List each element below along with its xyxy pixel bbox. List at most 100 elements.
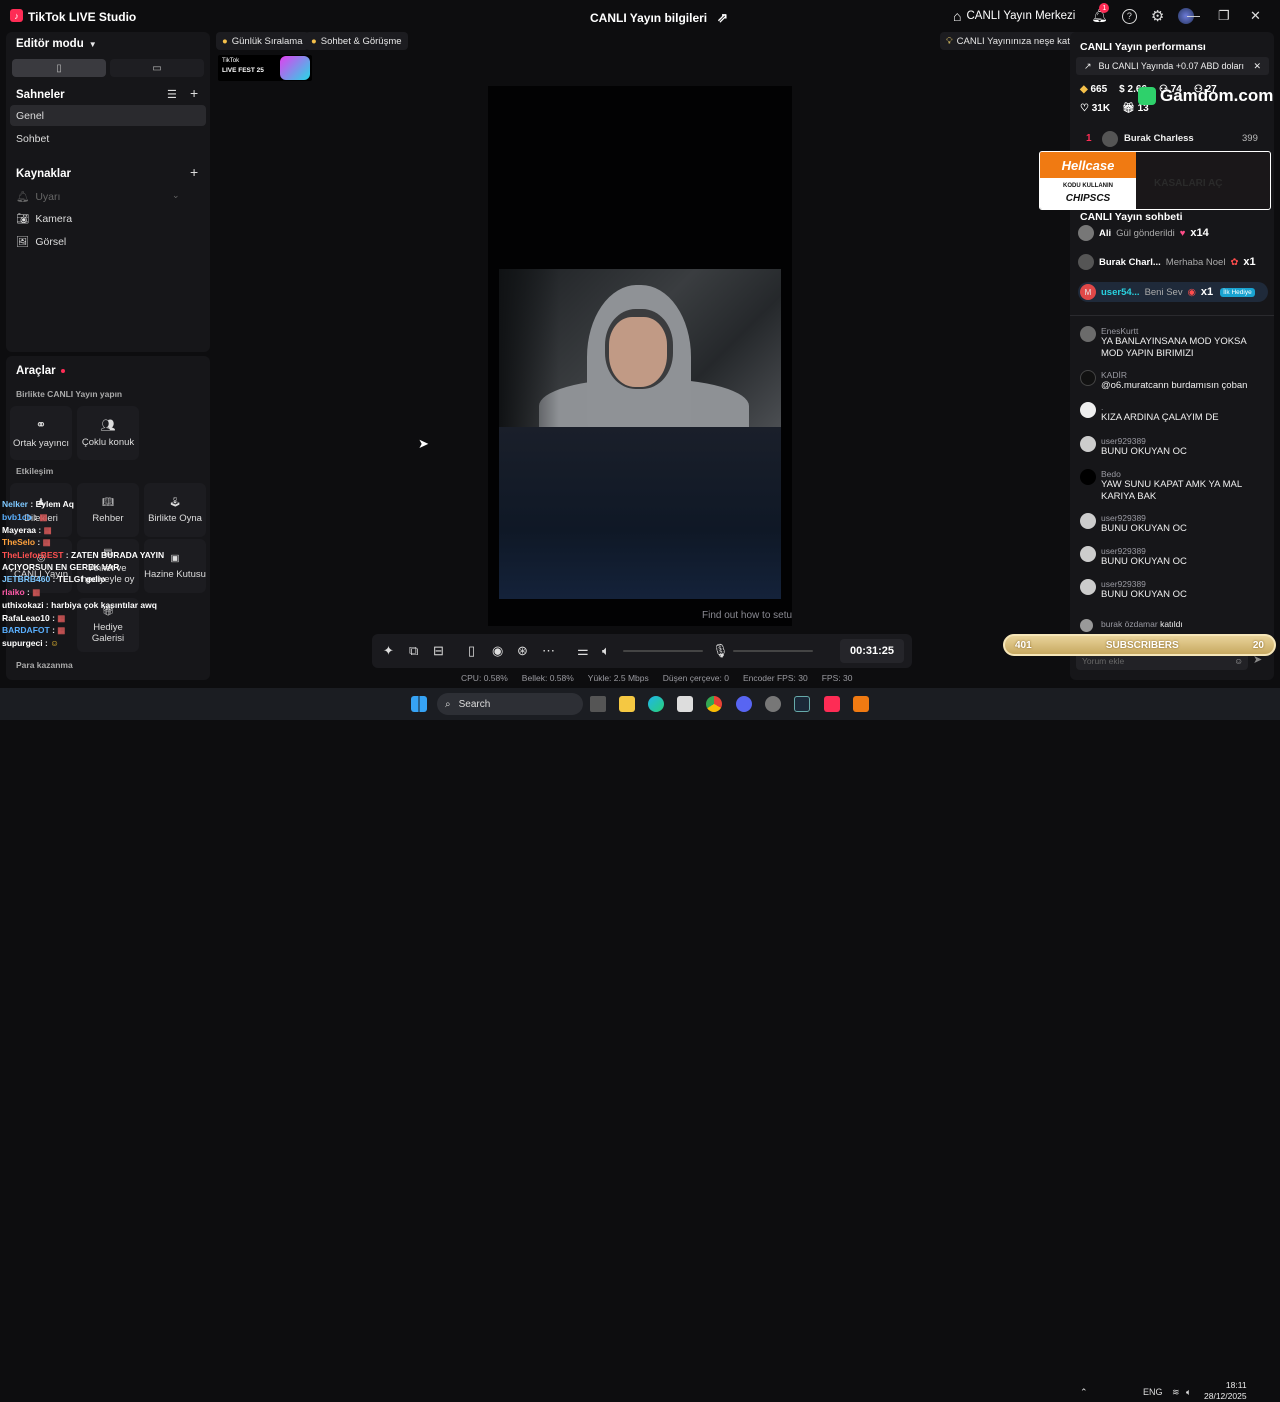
steam-icon[interactable] (794, 696, 810, 712)
notification-button[interactable]: 🔔︎ 1 (1091, 3, 1110, 26)
hellcase-ad: Hellcase KODU KULLANIN CHIPSCS KASALARI … (1039, 151, 1271, 210)
gift-icon: ✿ (1230, 256, 1239, 268)
link-icon: ⚭ (35, 417, 47, 432)
share-icon: ⇗ (717, 10, 729, 25)
source-item-alert[interactable]: 🔔︎ Uyarı (16, 190, 60, 204)
magic-icon[interactable]: ✦ (383, 643, 394, 659)
landscape-icon: ▭ (152, 62, 162, 74)
collab-title: Birlikte CANLI Yayın yapın (16, 389, 123, 399)
speaker-icon[interactable]: 🔈︎ (1186, 1387, 1191, 1398)
overlay-chat-line: uthixokazi : harbiya çok kasıntılar awq (2, 599, 157, 610)
sources-title: Kaynaklar (16, 168, 71, 180)
source-item-image[interactable]: 🖼︎ Görsel (16, 235, 66, 249)
joy-tip-button[interactable]: 💡︎ CANLI Yayınınıza neşe katın (940, 32, 1084, 50)
chat-message: EnesKurtt YA BANLAYINSANA MOD YOKSA MOD … (1080, 326, 1270, 359)
stream-preview[interactable]: Find out how to setu (488, 86, 792, 626)
overlay-chat-line: rlaiko : ▦ (2, 586, 41, 597)
fest-label: LIVE FEST 25 (222, 67, 264, 74)
phone-icon[interactable]: ▯ (468, 643, 475, 659)
mixer-icon[interactable]: ⚌ (577, 643, 589, 659)
chevron-up-icon[interactable]: ⌃ (1080, 1387, 1088, 1398)
minimize-icon[interactable]: — (1187, 8, 1200, 23)
avatar (1080, 469, 1096, 485)
live-center-label: CANLI Yayın Merkezi (966, 10, 1076, 22)
home-icon: ⌂ (953, 8, 962, 24)
stat-upload: Yükle: 2.5 Mbps (587, 673, 649, 683)
scene-item-sohbet[interactable]: Sohbet (16, 133, 49, 145)
live-center-button[interactable]: ⌂ CANLI Yayın Merkezi (953, 6, 1075, 26)
multi-guest-button[interactable]: 👥︎ Çoklu konuk (77, 406, 139, 460)
clock-time: 18:11 (1225, 1380, 1247, 1390)
chat-message: KADİR @o6.muratcann burdamısın çoban (1080, 370, 1270, 392)
editor-mode-dropdown[interactable]: Editör modu ▼ (16, 38, 97, 50)
edge-icon[interactable] (648, 696, 664, 712)
add-scene-icon[interactable]: + (190, 85, 198, 101)
close-icon[interactable]: ✕ (1250, 8, 1261, 24)
subs-label: SUBSCRIBERS (1105, 639, 1179, 651)
app-icon[interactable] (765, 696, 781, 712)
chat-message: Bedo YAW SUNU KAPAT AMK YA MAL KARIYA BA… (1080, 469, 1270, 502)
tile-label: Ortak yayıncı (13, 438, 69, 449)
bell-icon: 🔔︎ (16, 191, 30, 203)
app-title: TikTok LIVE Studio (28, 10, 137, 24)
settings-icon[interactable]: ⚙ (1151, 7, 1164, 25)
lang-indicator[interactable]: ENG (1143, 1387, 1163, 1397)
avatar (1080, 402, 1096, 418)
record-icon[interactable]: ◉ (492, 643, 503, 659)
chat-message: user929389 BUNU OKUYAN OC (1080, 436, 1270, 458)
live-info-button[interactable]: CANLI Yayın bilgileri ⇗ (590, 10, 728, 26)
stream-controls: ✦ ⧉ ⊟ ▯ ◉ ⊛ ⋯ ⚌ 🔈︎ 🎙︎ 00:31:25 (372, 634, 912, 668)
translate-icon[interactable]: ⧉ (409, 643, 418, 659)
store-icon[interactable] (677, 696, 693, 712)
co-host-button[interactable]: ⚭ Ortak yayıncı (10, 406, 72, 460)
wifi-icon[interactable]: ≋ (1172, 1387, 1180, 1398)
hellcase-cta: KASALARI AÇ (1154, 178, 1223, 189)
earnings-bar: ↗ Bu CANLI Yayında +0.07 ABD doları ✕ (1076, 57, 1269, 75)
chat-title: CANLI Yayın sohbeti (1080, 211, 1183, 223)
avatar (1080, 619, 1093, 632)
hellcase-logo: Hellcase (1040, 152, 1136, 178)
landscape-mode-button[interactable]: ▭ (110, 59, 204, 77)
gift-icon: ◉ (1187, 286, 1196, 298)
live-fest-banner[interactable]: TikTok LIVE FEST 25 (218, 55, 312, 81)
stream-icon[interactable]: ⊛ (517, 643, 528, 659)
new-dot (60, 369, 65, 373)
bulb-icon: 💡︎ (946, 35, 953, 47)
speaker-icon[interactable]: 🔈︎ (602, 643, 610, 659)
add-source-icon[interactable]: + (190, 164, 198, 180)
help-icon[interactable]: ? (1121, 8, 1137, 24)
portrait-mode-button[interactable]: ▯ (12, 59, 106, 77)
volume-slider[interactable] (623, 650, 703, 652)
scenes-title: Sahneler (16, 89, 65, 101)
trend-icon: ↗ (1084, 60, 1092, 71)
chevron-down-icon[interactable]: ⌄ (172, 190, 180, 201)
close-icon[interactable]: ✕ (1253, 61, 1261, 72)
avatar (1080, 546, 1096, 562)
taskbar-search[interactable]: ⌕ Search (437, 693, 583, 715)
emoji-icon[interactable]: ☺ (1234, 656, 1243, 666)
window-title: CANLI Yayın bilgileri (590, 11, 708, 25)
discord-icon[interactable] (736, 696, 752, 712)
chrome-icon[interactable] (706, 696, 722, 712)
mic-slider[interactable] (733, 650, 813, 652)
file-explorer-icon[interactable] (619, 696, 635, 712)
maximize-icon[interactable]: ❐ (1218, 8, 1230, 24)
code-label: KODU KULLANIN (1063, 183, 1113, 189)
daily-ranking-button[interactable]: ● Günlük Sıralama (216, 32, 309, 50)
gamdom-label: Gamdom.com (1160, 86, 1274, 105)
clock[interactable]: 18:11 28/12/2025 (1204, 1380, 1247, 1402)
phone-icon: ▯ (56, 62, 62, 74)
chat-meet-button[interactable]: ● Sohbet & Görüşme (305, 32, 408, 50)
mic-icon[interactable]: 🎙︎ (712, 643, 729, 659)
list-icon[interactable]: ☰ (167, 88, 177, 101)
more-icon[interactable]: ⋯ (542, 643, 555, 659)
scenes-panel: Editör modu ▼ ▯ ▭ Sahneler ☰ + Genel Soh… (6, 32, 210, 352)
media-icon[interactable]: ⊟ (433, 643, 444, 659)
gift-icon: ♥ (1179, 227, 1186, 239)
app-icon[interactable] (853, 696, 869, 712)
avatar (1080, 370, 1096, 386)
source-item-camera[interactable]: 📷︎ Kamera (16, 212, 72, 226)
task-view-icon[interactable] (590, 696, 606, 712)
tiktok-live-icon[interactable] (824, 696, 840, 712)
windows-start-icon[interactable] (411, 696, 427, 712)
